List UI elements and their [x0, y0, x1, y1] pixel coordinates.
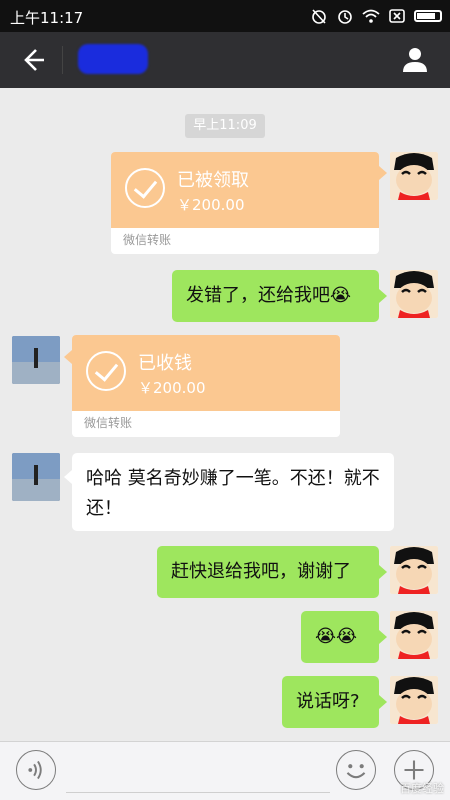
bubble-tail — [379, 630, 387, 644]
self-avatar[interactable] — [390, 546, 438, 594]
message-input[interactable] — [66, 752, 330, 793]
message-bubble-sent[interactable]: 😭😭 — [301, 611, 379, 663]
status-bar: 上午11:17 — [0, 0, 450, 32]
bubble-tail — [64, 470, 72, 484]
transfer-card-sent[interactable]: 已被领取 ￥200.00 微信转账 — [111, 152, 379, 254]
wifi-icon — [362, 9, 380, 23]
self-avatar[interactable] — [390, 676, 438, 724]
emoji-icon[interactable] — [336, 750, 376, 790]
contact-name-redacted — [78, 44, 148, 74]
check-circle-icon — [86, 351, 126, 391]
voice-icon[interactable] — [16, 750, 56, 790]
check-circle-icon — [125, 168, 165, 208]
status-time: 上午11:17 — [10, 9, 84, 27]
self-avatar[interactable] — [390, 270, 438, 318]
transfer-brand: 微信转账 — [84, 416, 133, 430]
transfer-amount: ￥200.00 — [138, 379, 206, 397]
transfer-status: 已被领取 — [177, 170, 249, 191]
contact-avatar[interactable] — [12, 453, 60, 501]
bubble-tail — [64, 350, 72, 364]
back-arrow-icon[interactable] — [16, 44, 48, 76]
transfer-amount: ￥200.00 — [177, 196, 245, 214]
header-divider — [62, 46, 63, 74]
transfer-card-received[interactable]: 已收钱 ￥200.00 微信转账 — [72, 335, 340, 437]
message-bubble-sent[interactable]: 说话呀? — [282, 676, 379, 728]
self-avatar[interactable] — [390, 611, 438, 659]
status-icons — [310, 8, 442, 24]
watermark: 百度经验 — [400, 782, 444, 795]
message-bubble-received[interactable]: 哈哈 莫名奇妙赚了一笔。不还！就不还！ — [72, 453, 394, 531]
chat-header — [0, 32, 450, 88]
alarm-off-icon — [312, 9, 326, 24]
contact-avatar[interactable] — [12, 336, 60, 384]
profile-icon[interactable] — [400, 44, 430, 74]
message-bubble-sent[interactable]: 赶快退给我吧，谢谢了 — [157, 546, 379, 598]
message-timestamp: 早上11:09 — [185, 114, 265, 138]
self-avatar[interactable] — [390, 152, 438, 200]
bubble-tail — [379, 565, 387, 579]
transfer-brand: 微信转账 — [123, 233, 172, 247]
bubble-tail — [379, 695, 387, 709]
alarm-icon — [338, 10, 352, 24]
bubble-tail — [379, 166, 387, 180]
message-bubble-sent[interactable]: 发错了，还给我吧😭 — [172, 270, 379, 322]
battery-icon — [414, 10, 442, 22]
transfer-status: 已收钱 — [138, 353, 192, 374]
sim-off-icon — [389, 9, 405, 23]
bubble-tail — [379, 289, 387, 303]
chat-input-bar: 百度经验 — [0, 741, 450, 800]
